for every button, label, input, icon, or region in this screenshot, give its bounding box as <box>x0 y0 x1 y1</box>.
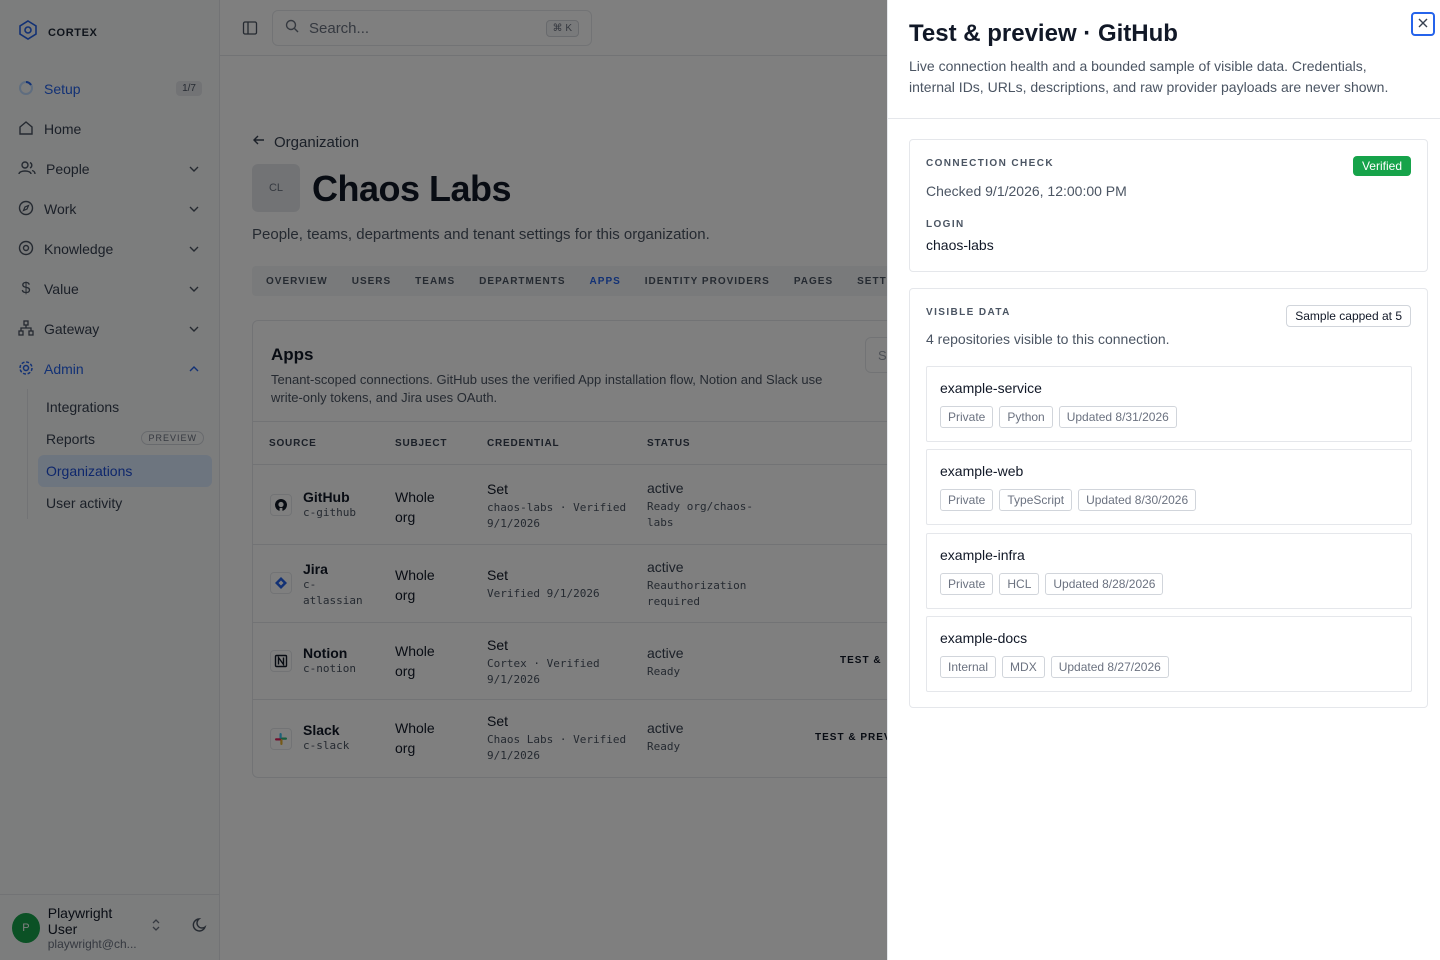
updated-tag: Updated 8/30/2026 <box>1078 489 1197 511</box>
close-icon <box>1418 15 1428 33</box>
updated-tag: Updated 8/31/2026 <box>1058 406 1177 428</box>
panel-title: Test & preview · GitHub <box>909 20 1178 47</box>
status-badge: Verified <box>1352 156 1411 176</box>
visibility-tag: Private <box>940 489 994 511</box>
list-item: example-web Private TypeScript Updated 8… <box>926 449 1412 525</box>
section-label: CONNECTION CHECK <box>926 158 1054 169</box>
connection-check-card: CONNECTION CHECK Verified Checked 9/1/20… <box>909 139 1428 272</box>
visibility-tag: Private <box>940 573 994 595</box>
checked-timestamp: Checked 9/1/2026, 12:00:00 PM <box>926 183 1127 199</box>
modal-backdrop[interactable] <box>0 0 887 960</box>
repo-tags: Private TypeScript Updated 8/30/2026 <box>940 489 1197 511</box>
visible-data-card: VISIBLE DATA Sample capped at 5 4 reposi… <box>909 288 1428 708</box>
language-tag: HCL <box>999 573 1040 595</box>
panel-description: Live connection health and a bounded sam… <box>909 58 1389 95</box>
repo-name: example-docs <box>940 630 1028 646</box>
list-item: example-service Private Python Updated 8… <box>926 366 1412 442</box>
repo-name: example-infra <box>940 547 1025 563</box>
panel-divider <box>888 118 1440 119</box>
visibility-tag: Internal <box>940 656 997 678</box>
repo-name: example-web <box>940 463 1024 479</box>
updated-tag: Updated 8/28/2026 <box>1045 573 1164 595</box>
updated-tag: Updated 8/27/2026 <box>1050 656 1169 678</box>
visible-summary: 4 repositories visible to this connectio… <box>926 331 1170 347</box>
visibility-tag: Private <box>940 406 994 428</box>
test-preview-panel: Test & preview · GitHub Live connection … <box>887 0 1440 960</box>
list-item: example-infra Private HCL Updated 8/28/2… <box>926 533 1412 609</box>
language-tag: TypeScript <box>999 489 1073 511</box>
login-label: LOGIN <box>926 219 965 230</box>
language-tag: MDX <box>1002 656 1045 678</box>
login-value: chaos-labs <box>926 237 994 253</box>
repo-tags: Internal MDX Updated 8/27/2026 <box>940 656 1169 678</box>
section-label: VISIBLE DATA <box>926 307 1011 318</box>
list-item: example-docs Internal MDX Updated 8/27/2… <box>926 616 1412 692</box>
close-button[interactable] <box>1411 12 1435 36</box>
repo-name: example-service <box>940 380 1042 396</box>
language-tag: Python <box>999 406 1053 428</box>
repo-tags: Private Python Updated 8/31/2026 <box>940 406 1177 428</box>
sample-cap-badge: Sample capped at 5 <box>1286 305 1411 327</box>
repo-tags: Private HCL Updated 8/28/2026 <box>940 573 1164 595</box>
